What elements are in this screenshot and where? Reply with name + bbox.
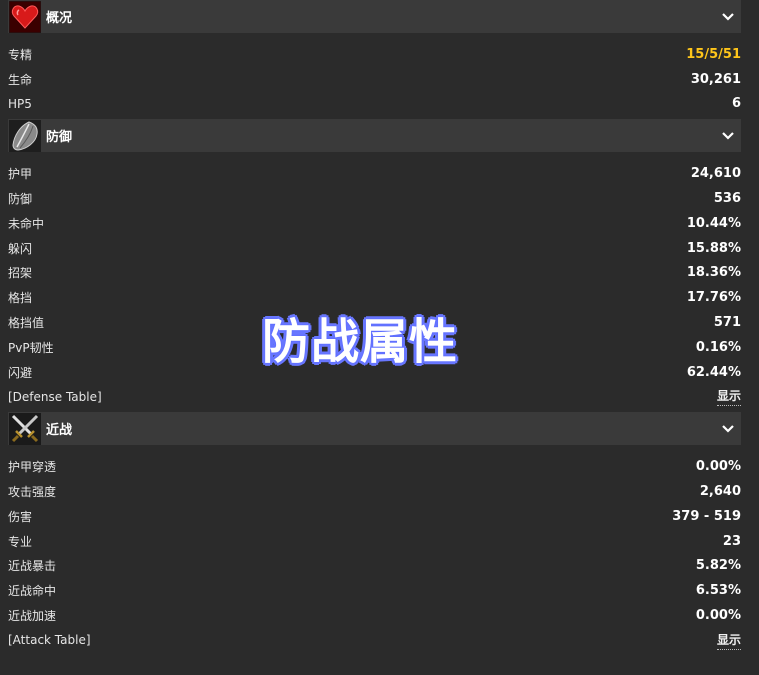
stat-label: 近战命中 — [8, 584, 57, 599]
defense-table-label: [Defense Table] — [8, 389, 102, 404]
stat-label: PvP韧性 — [8, 340, 54, 355]
stat-label: 近战加速 — [8, 609, 57, 624]
stat-row: 攻击强度 2,640 — [8, 479, 741, 504]
section-title: 概况 — [46, 11, 73, 26]
stat-label: 闪避 — [8, 365, 33, 380]
section-header-defense[interactable]: 防御 — [8, 119, 741, 153]
stat-row: 近战加速 0.00% — [8, 603, 741, 628]
stat-label: 近战暴击 — [8, 559, 57, 574]
section-title: 近战 — [46, 423, 73, 439]
stat-value: 0.00% — [695, 608, 741, 624]
stat-row: 未命中 10.44% — [8, 211, 741, 236]
stat-value: 536 — [713, 191, 741, 207]
stat-value: 10.44% — [686, 215, 741, 231]
stat-row: 躲闪 15.88% — [8, 236, 741, 261]
stat-value: 571 — [713, 315, 741, 331]
shield-icon — [8, 119, 42, 153]
chevron-down-icon[interactable] — [721, 421, 735, 435]
show-attack-table-link[interactable]: 显示 — [716, 631, 741, 650]
stat-label: 未命中 — [8, 216, 45, 231]
stat-label: 格挡 — [8, 291, 33, 306]
stat-row: 专业 23 — [8, 529, 741, 554]
section-title: 防御 — [46, 130, 73, 146]
stat-label: 专业 — [8, 534, 33, 549]
stat-value: 2,640 — [699, 484, 741, 500]
stat-row: 招架 18.36% — [8, 261, 741, 286]
section-overview: 概况 专精 15/5/51 生命 30,261 HP5 6 — [8, 0, 741, 119]
section-melee: 近战 护甲穿透 0.00% 攻击强度 2,640 伤害 379 - 519 专业… — [8, 412, 741, 655]
crossed-swords-icon — [8, 412, 42, 446]
stat-label: 生命 — [8, 72, 33, 87]
stats-panel: 概况 专精 15/5/51 生命 30,261 HP5 6 防御 护甲 24,6… — [0, 0, 759, 656]
stat-value: 6.53% — [695, 583, 741, 599]
stat-row: PvP韧性 0.16% — [8, 335, 741, 360]
stat-row: 格挡 17.76% — [8, 285, 741, 310]
stat-value: 17.76% — [686, 290, 741, 306]
stat-label: 防御 — [8, 192, 33, 207]
stat-value: 30,261 — [690, 71, 741, 87]
stat-row: [Attack Table] 显示 — [8, 628, 741, 653]
stat-label: 攻击强度 — [8, 485, 57, 500]
stat-value: 18.36% — [686, 265, 741, 281]
stat-value: 0.00% — [695, 459, 741, 475]
stat-label: 招架 — [8, 266, 33, 281]
stat-value: 15/5/51 — [686, 46, 741, 62]
chevron-down-icon[interactable] — [721, 128, 735, 142]
stat-row: 防御 536 — [8, 186, 741, 211]
stat-value: 62.44% — [686, 364, 741, 380]
stat-value: 6 — [731, 96, 741, 112]
heart-icon — [8, 0, 42, 34]
attack-table-label: [Attack Table] — [8, 633, 91, 648]
stat-value: 0.16% — [695, 339, 741, 355]
section-header-overview[interactable]: 概况 — [8, 0, 741, 33]
stat-value: 23 — [722, 533, 741, 549]
show-defense-table-link[interactable]: 显示 — [716, 387, 741, 407]
stat-label: 格挡值 — [8, 316, 45, 331]
section-defense: 防御 护甲 24,610 防御 536 未命中 10.44% 躲闪 15.88% — [8, 119, 741, 412]
stat-row: 专精 15/5/51 — [8, 42, 741, 67]
stat-row: 伤害 379 - 519 — [8, 504, 741, 529]
stat-value: 5.82% — [695, 558, 741, 574]
stat-row: [Defense Table] 显示 — [8, 385, 741, 410]
section-header-melee[interactable]: 近战 — [8, 412, 741, 446]
stat-label: 专精 — [8, 47, 33, 62]
stat-value: 379 - 519 — [672, 508, 741, 524]
stat-row: 生命 30,261 — [8, 67, 741, 92]
stat-label: HP5 — [8, 96, 32, 111]
stat-row: HP5 6 — [8, 92, 741, 117]
stat-label: 伤害 — [8, 509, 33, 524]
stat-value: 15.88% — [686, 240, 741, 256]
stat-label: 护甲 — [8, 167, 33, 182]
chevron-down-icon[interactable] — [721, 9, 735, 23]
stat-label: 护甲穿透 — [8, 460, 57, 475]
stat-row: 闪避 62.44% — [8, 360, 741, 385]
stat-row: 格挡值 571 — [8, 310, 741, 335]
stat-value: 24,610 — [690, 166, 741, 182]
stat-label: 躲闪 — [8, 241, 33, 256]
stat-row: 护甲 24,610 — [8, 161, 741, 186]
stat-row: 护甲穿透 0.00% — [8, 454, 741, 479]
stat-row: 近战命中 6.53% — [8, 578, 741, 603]
stat-row: 近战暴击 5.82% — [8, 554, 741, 579]
